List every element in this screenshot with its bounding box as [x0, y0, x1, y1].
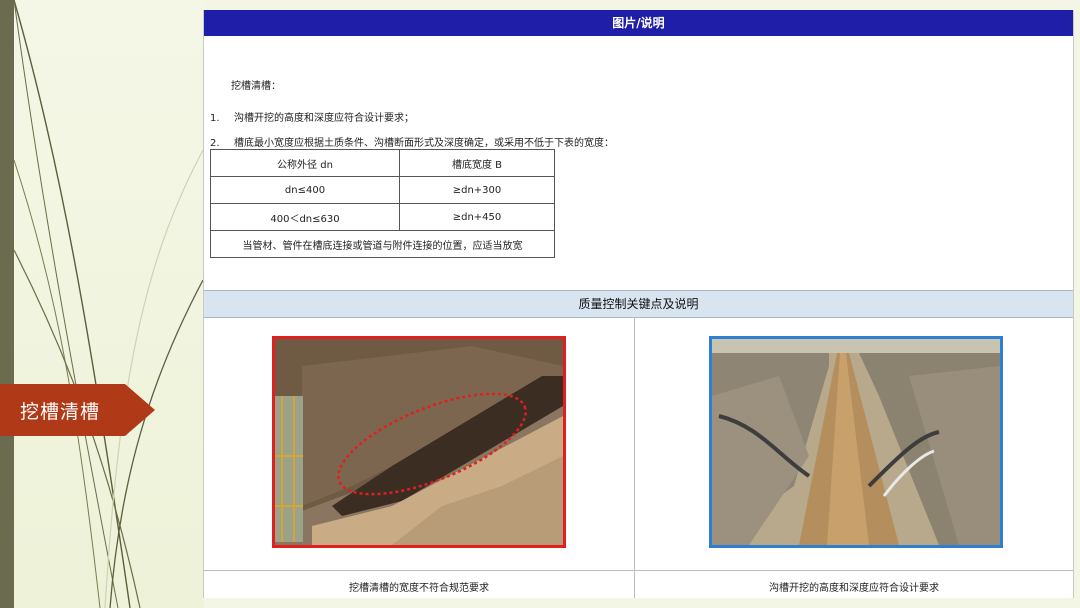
- column-divider: [634, 317, 635, 598]
- photo-noncompliant-trench: [272, 336, 566, 548]
- description-area: 挖槽清槽： 1. 沟槽开挖的高度和深度应符合设计要求； 2. 槽底最小宽度应根据土质…: [204, 36, 1073, 290]
- table-row: 400＜dn≤630 ≥dn+450: [210, 203, 555, 231]
- table-header-cell: 公称外径 dn: [210, 149, 400, 177]
- intro-text: 挖槽清槽：: [231, 81, 281, 92]
- table-cell: dn≤400: [210, 176, 400, 204]
- photo-noncompliant-image: [272, 336, 566, 548]
- photo-caption-left: 挖槽清槽的宽度不符合规范要求: [349, 583, 489, 594]
- list-item-text: 槽底最小宽度应根据土质条件、沟槽断面形式及深度确定，或采用不低于下表的宽度：: [234, 138, 614, 149]
- table-cell: ≥dn+450: [399, 203, 555, 231]
- list-item-number: 2.: [210, 138, 220, 149]
- quality-control-header: 质量控制关键点及说明: [204, 290, 1073, 318]
- document-header: 图片/说明: [204, 10, 1073, 36]
- photo-compliant-image: [709, 336, 1003, 548]
- table-header-row: 公称外径 dn 槽底宽度 B: [210, 149, 555, 177]
- document-page: 图片/说明 挖槽清槽： 1. 沟槽开挖的高度和深度应符合设计要求； 2. 槽底最小宽…: [203, 10, 1074, 598]
- table-header-cell: 槽底宽度 B: [399, 149, 555, 177]
- table-row: dn≤400 ≥dn+300: [210, 176, 555, 204]
- section-tag-label: 挖槽清槽: [20, 401, 101, 423]
- trench-width-table: 公称外径 dn 槽底宽度 B dn≤400 ≥dn+300 400＜dn≤630…: [210, 149, 555, 258]
- decorative-curves: [13, 0, 204, 608]
- table-note-row: 当管材、管件在槽底连接或管道与附件连接的位置，应适当放宽: [210, 230, 555, 258]
- table-cell: 400＜dn≤630: [210, 203, 400, 231]
- list-item: 2. 槽底最小宽度应根据土质条件、沟槽断面形式及深度确定，或采用不低于下表的宽度：: [210, 134, 614, 149]
- table-note: 当管材、管件在槽底连接或管道与附件连接的位置，应适当放宽: [210, 230, 555, 258]
- list-item-text: 沟槽开挖的高度和深度应符合设计要求；: [234, 113, 414, 124]
- section-tag: 挖槽清槽: [0, 384, 155, 436]
- list-item-number: 1.: [210, 113, 220, 124]
- photo-compliant-trench: [709, 336, 1003, 548]
- photo-caption-right: 沟槽开挖的高度和深度应符合设计要求: [769, 583, 939, 594]
- table-cell: ≥dn+300: [399, 176, 555, 204]
- list-item: 1. 沟槽开挖的高度和深度应符合设计要求；: [210, 109, 414, 124]
- caption-row: 挖槽清槽的宽度不符合规范要求 沟槽开挖的高度和深度应符合设计要求: [204, 570, 1073, 599]
